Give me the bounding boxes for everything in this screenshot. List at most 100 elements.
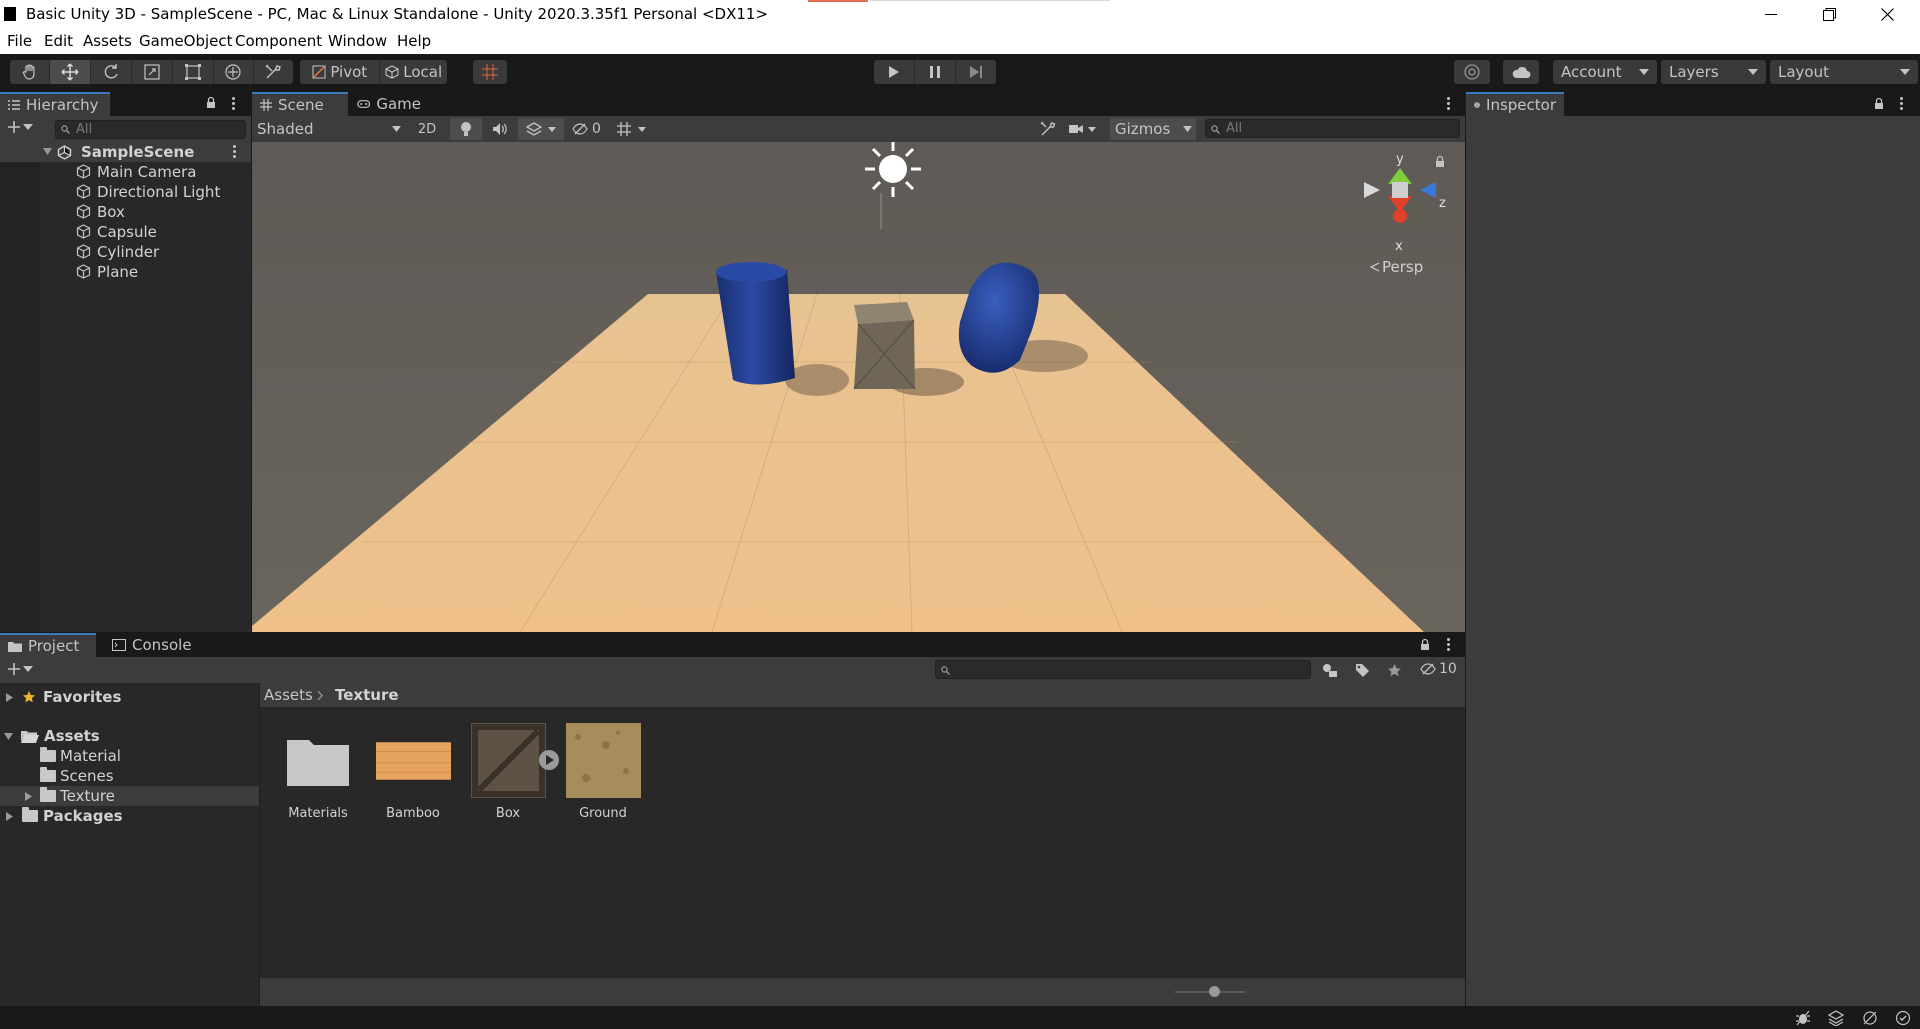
hierarchy-item-capsule[interactable]: Capsule [0, 222, 251, 242]
scene-viewport[interactable] [252, 142, 1465, 632]
hierarchy-item-main-camera[interactable]: Main Camera [0, 162, 251, 182]
auto-generate-icon[interactable] [1862, 1010, 1878, 1026]
hierarchy-item-plane[interactable]: Plane [0, 262, 251, 282]
more-options-icon[interactable] [1447, 638, 1450, 653]
hierarchy-item-cylinder[interactable]: Cylinder [0, 242, 251, 262]
cloud-icon[interactable] [1503, 60, 1539, 84]
hierarchy-search-input[interactable]: All [55, 120, 246, 139]
rect-tool-icon[interactable] [173, 60, 214, 84]
play-preview-icon[interactable] [538, 750, 559, 770]
move-tool-icon[interactable] [50, 60, 92, 84]
breadcrumb-assets[interactable]: Assets [264, 686, 313, 704]
scene-more-options-icon[interactable] [1447, 97, 1450, 112]
box-texture-thumbnail [470, 723, 559, 798]
lock-icon[interactable] [206, 96, 216, 109]
check-status-icon[interactable] [1895, 1010, 1911, 1026]
lighting-toggle[interactable] [450, 118, 482, 140]
account-dropdown[interactable]: Account [1553, 60, 1657, 84]
asset-materials[interactable]: Materials [278, 723, 358, 821]
tree-scenes[interactable]: Scenes [0, 766, 259, 786]
chevron-down-icon [548, 126, 556, 132]
pivot-button[interactable]: Pivot [300, 60, 381, 84]
custom-tool-icon[interactable] [254, 60, 293, 84]
hierarchy-item-box[interactable]: Box [0, 202, 251, 222]
menu-window[interactable]: Window [328, 32, 387, 50]
tab-inspector[interactable]: Inspector [1466, 92, 1564, 116]
gizmos-dropdown[interactable]: Gizmos [1110, 118, 1196, 140]
tree-material[interactable]: Material [0, 746, 259, 766]
menu-help[interactable]: Help [397, 32, 431, 50]
collab-icon[interactable] [1454, 60, 1490, 84]
tree-favorites[interactable]: Favorites [0, 687, 259, 707]
create-asset-button[interactable] [7, 662, 33, 676]
pause-button[interactable] [915, 60, 956, 84]
asset-box[interactable]: Box [468, 723, 559, 821]
asset-ground[interactable]: Ground [563, 723, 643, 821]
hierarchy-item-label: Directional Light [97, 183, 221, 201]
hand-tool-icon[interactable] [10, 60, 51, 84]
lock-icon[interactable] [1420, 638, 1430, 651]
collapse-arrow-icon[interactable] [4, 732, 13, 740]
breadcrumb-texture[interactable]: Texture [335, 686, 399, 704]
zoom-slider-thumb[interactable] [1209, 986, 1220, 997]
tab-project[interactable]: Project [0, 633, 96, 657]
restore-button[interactable] [1800, 0, 1858, 29]
more-options-icon[interactable] [232, 97, 235, 112]
expand-arrow-icon[interactable] [6, 811, 13, 821]
menu-component[interactable]: Component [235, 32, 322, 50]
tab-scene[interactable]: Scene [252, 92, 348, 116]
tab-hierarchy[interactable]: Hierarchy [0, 92, 110, 116]
play-button[interactable] [874, 60, 916, 84]
label-tag-icon[interactable] [1355, 663, 1370, 678]
menu-assets[interactable]: Assets [83, 32, 132, 50]
scale-tool-icon[interactable] [132, 60, 173, 84]
hidden-packages-toggle[interactable]: 10 [1420, 661, 1457, 677]
layers-dropdown[interactable]: Layers [1661, 60, 1766, 84]
tools-toggle[interactable] [1034, 118, 1062, 140]
cache-layers-icon[interactable] [1828, 1010, 1844, 1026]
hierarchy-item-label: Cylinder [97, 243, 160, 261]
hierarchy-item-directional-light[interactable]: Directional Light [0, 182, 251, 202]
create-button[interactable] [7, 120, 33, 134]
local-button[interactable]: Local [380, 60, 447, 84]
menu-gameobject[interactable]: GameObject [139, 32, 233, 50]
rotate-tool-icon[interactable] [91, 60, 133, 84]
tree-packages[interactable]: Packages [0, 806, 259, 826]
filter-by-type-icon[interactable] [1322, 663, 1338, 678]
scene-search-input[interactable]: All [1205, 119, 1460, 138]
close-button[interactable] [1858, 0, 1916, 29]
transform-tool-icon[interactable] [214, 60, 254, 84]
lock-icon[interactable] [1874, 97, 1884, 110]
box-object[interactable] [853, 302, 916, 390]
mode-2d-toggle[interactable]: 2D [410, 118, 444, 140]
layout-dropdown[interactable]: Layout [1770, 60, 1918, 84]
debug-bug-icon[interactable] [1795, 1010, 1811, 1026]
scene-options-icon[interactable] [233, 145, 236, 160]
hidden-count: 0 [592, 121, 601, 137]
minimize-button[interactable] [1742, 0, 1800, 29]
favorite-star-icon[interactable] [1387, 663, 1402, 678]
expand-arrow-icon[interactable] [25, 791, 32, 801]
expand-arrow-icon[interactable] [43, 148, 52, 156]
projection-toggle[interactable]: Persp [1370, 258, 1423, 276]
expand-arrow-icon[interactable] [6, 692, 13, 702]
effects-dropdown[interactable] [518, 118, 564, 140]
tab-console[interactable]: Console [104, 633, 204, 657]
more-options-icon[interactable] [1900, 97, 1903, 112]
camera-dropdown[interactable] [1068, 118, 1108, 140]
menu-file[interactable]: File [7, 32, 32, 50]
project-search-input[interactable] [935, 660, 1311, 679]
asset-bamboo[interactable]: Bamboo [373, 723, 453, 821]
scene-tab-label: Scene [278, 96, 324, 114]
grid-dropdown[interactable] [616, 118, 662, 140]
tree-texture[interactable]: Texture [0, 786, 259, 806]
audio-toggle[interactable] [484, 118, 516, 140]
tab-game[interactable]: Game [349, 92, 429, 116]
menu-edit[interactable]: Edit [44, 32, 73, 50]
hierarchy-scene-row[interactable]: SampleScene [0, 142, 251, 162]
hidden-objects-toggle[interactable]: 0 [572, 118, 614, 140]
shading-dropdown[interactable]: Shaded [257, 118, 405, 140]
step-button[interactable] [956, 60, 996, 84]
grid-snap-icon[interactable] [473, 60, 507, 84]
tree-assets[interactable]: Assets [0, 726, 259, 746]
